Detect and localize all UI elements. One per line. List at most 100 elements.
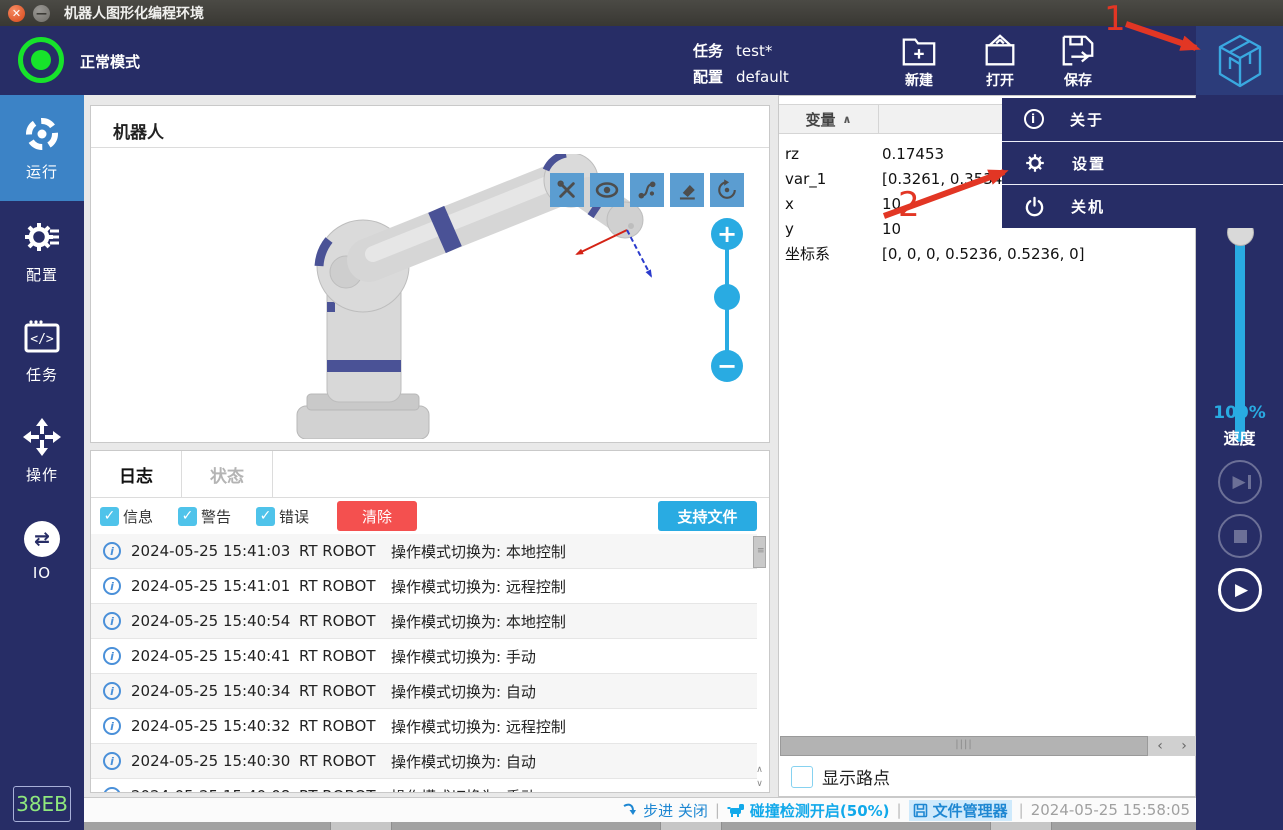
robot-3d-panel[interactable]: 机器人: [90, 105, 770, 443]
speed-label: 速度: [1196, 425, 1283, 449]
stop-button[interactable]: [1218, 514, 1262, 558]
log-time: 2024-05-25 15:40:08: [131, 787, 299, 793]
svg-text:</>: </>: [30, 332, 54, 347]
variables-h-scrollbar: ‹ ›: [780, 736, 1196, 756]
variable-value: [0, 0, 0, 0.5236, 0.5236, 0]: [882, 245, 1085, 263]
log-time: 2024-05-25 15:41:01: [131, 577, 299, 595]
log-source: RT ROBOT: [299, 577, 391, 595]
save-task-button[interactable]: 保存: [1046, 32, 1110, 90]
mode-status-icon: [18, 37, 64, 83]
log-scrollbar: ∧ ∨: [753, 536, 766, 790]
step-mode-toggle[interactable]: 步进 关闭: [622, 800, 708, 821]
log-row[interactable]: i2024-05-25 15:40:54RT ROBOT操作模式切换为: 本地控…: [91, 604, 757, 639]
sidebar-item-run[interactable]: 运行: [0, 95, 84, 201]
variable-row[interactable]: 坐标系[0, 0, 0, 0.5236, 0.5236, 0]: [779, 241, 1195, 266]
rotate-view-icon[interactable]: [710, 173, 744, 207]
log-source: RT ROBOT: [299, 612, 391, 630]
move-arrows-icon: [22, 417, 62, 457]
robot-panel-title: 机器人: [113, 118, 164, 143]
log-row[interactable]: i2024-05-25 15:40:08RT ROBOT操作模式切换为: 手动: [91, 779, 757, 793]
checkbox-checked-icon: ✓: [178, 507, 197, 526]
zoom-in-button[interactable]: +: [711, 218, 743, 250]
eraser-icon[interactable]: [670, 173, 704, 207]
brand-cube-icon: [1217, 34, 1263, 88]
file-manager-button[interactable]: 文件管理器: [909, 800, 1012, 821]
tab-status[interactable]: 状态: [182, 451, 273, 497]
show-waypoints-checkbox[interactable]: 显示路点: [791, 764, 890, 789]
path-icon[interactable]: [630, 173, 664, 207]
log-message: 操作模式切换为: 本地控制: [391, 541, 566, 562]
info-icon: i: [103, 577, 121, 595]
variable-value: 0.17453: [882, 145, 944, 163]
zoom-slider-handle[interactable]: [714, 284, 740, 310]
variable-name: x: [779, 195, 882, 213]
zoom-out-button[interactable]: −: [711, 350, 743, 382]
tools-icon[interactable]: [550, 173, 584, 207]
open-icon: [981, 32, 1019, 70]
variable-name: var_1: [779, 170, 882, 188]
window-minimize-icon[interactable]: —: [33, 5, 50, 22]
menu-item-settings[interactable]: 设置: [1002, 142, 1283, 186]
mode-label: 正常模式: [80, 51, 140, 72]
log-row[interactable]: i2024-05-25 15:40:30RT ROBOT操作模式切换为: 自动: [91, 744, 757, 779]
save-icon: [1059, 32, 1097, 70]
info-icon: i: [103, 647, 121, 665]
log-source: RT ROBOT: [299, 682, 391, 700]
log-row[interactable]: i2024-05-25 15:41:01RT ROBOT操作模式切换为: 远程控…: [91, 569, 757, 604]
tab-log[interactable]: 日志: [91, 451, 182, 497]
checkbox-checked-icon: ✓: [100, 507, 119, 526]
config-value: default: [736, 69, 789, 86]
variable-name: y: [779, 220, 882, 238]
play-button[interactable]: ▶: [1218, 568, 1262, 612]
gear-icon: [22, 217, 62, 257]
checkbox-checked-icon: ✓: [256, 507, 275, 526]
scroll-right-icon[interactable]: ›: [1172, 736, 1196, 756]
info-icon: i: [103, 542, 121, 560]
info-icon: i: [103, 612, 121, 630]
scroll-down-icon[interactable]: ∨: [753, 777, 766, 790]
variable-name: rz: [779, 145, 882, 163]
sidebar-item-task[interactable]: </> 任务: [0, 301, 84, 401]
menu-item-about[interactable]: i 关于: [1002, 98, 1283, 142]
log-list: i2024-05-25 15:41:03RT ROBOT操作模式切换为: 本地控…: [91, 534, 757, 793]
zoom-control: + −: [697, 218, 757, 398]
filter-error-checkbox[interactable]: ✓ 错误: [256, 506, 325, 527]
clear-log-button[interactable]: 清除: [337, 501, 417, 531]
device-id-badge[interactable]: 38EB: [13, 786, 71, 822]
log-source: RT ROBOT: [299, 542, 391, 560]
log-time: 2024-05-25 15:40:41: [131, 647, 299, 665]
filter-warning-checkbox[interactable]: ✓ 警告: [178, 506, 247, 527]
left-sidebar: 运行 配置 </> 任务: [0, 95, 84, 830]
app-context-menu: i 关于 设置 关机: [1002, 98, 1283, 228]
run-icon: [22, 114, 62, 154]
io-icon: ⇄: [24, 521, 60, 557]
log-row[interactable]: i2024-05-25 15:40:34RT ROBOT操作模式切换为: 自动: [91, 674, 757, 709]
log-row[interactable]: i2024-05-25 15:41:03RT ROBOT操作模式切换为: 本地控…: [91, 534, 757, 569]
h-scrollbar-thumb[interactable]: [780, 736, 1148, 756]
code-window-icon: </>: [22, 317, 62, 357]
window-close-icon[interactable]: ✕: [8, 5, 25, 22]
open-task-button[interactable]: 打开: [968, 32, 1032, 90]
speed-percent: 100%: [1196, 403, 1283, 423]
sidebar-item-operate[interactable]: 操作: [0, 401, 84, 501]
support-file-button[interactable]: 支持文件: [658, 501, 757, 531]
scroll-up-icon[interactable]: ∧: [753, 763, 766, 776]
step-forward-button[interactable]: ▶: [1218, 460, 1262, 504]
log-scrollbar-thumb[interactable]: [753, 536, 766, 568]
scroll-left-icon[interactable]: ‹: [1148, 736, 1172, 756]
log-row[interactable]: i2024-05-25 15:40:32RT ROBOT操作模式切换为: 远程控…: [91, 709, 757, 744]
sidebar-item-io[interactable]: ⇄ IO: [0, 501, 84, 601]
new-task-button[interactable]: 新建: [887, 32, 951, 90]
variables-header-cell[interactable]: 变量 ∧: [779, 105, 879, 133]
stop-icon: [1234, 530, 1247, 543]
filter-info-checkbox[interactable]: ✓ 信息: [100, 506, 169, 527]
app-menu-button[interactable]: [1196, 26, 1283, 95]
main-header: 正常模式 任务 test* 配置 default 新建 打开: [0, 26, 1283, 95]
eye-icon[interactable]: [590, 173, 624, 207]
menu-item-shutdown[interactable]: 关机: [1002, 185, 1283, 228]
log-message: 操作模式切换为: 远程控制: [391, 716, 566, 737]
log-row[interactable]: i2024-05-25 15:40:41RT ROBOT操作模式切换为: 手动: [91, 639, 757, 674]
status-bar: 步进 关闭 | 碰撞检测开启(50%) | 文件管理器 | 2024-05-25…: [84, 797, 1196, 822]
sidebar-item-config[interactable]: 配置: [0, 201, 84, 301]
collision-detect-toggle[interactable]: 碰撞检测开启(50%): [727, 800, 890, 821]
